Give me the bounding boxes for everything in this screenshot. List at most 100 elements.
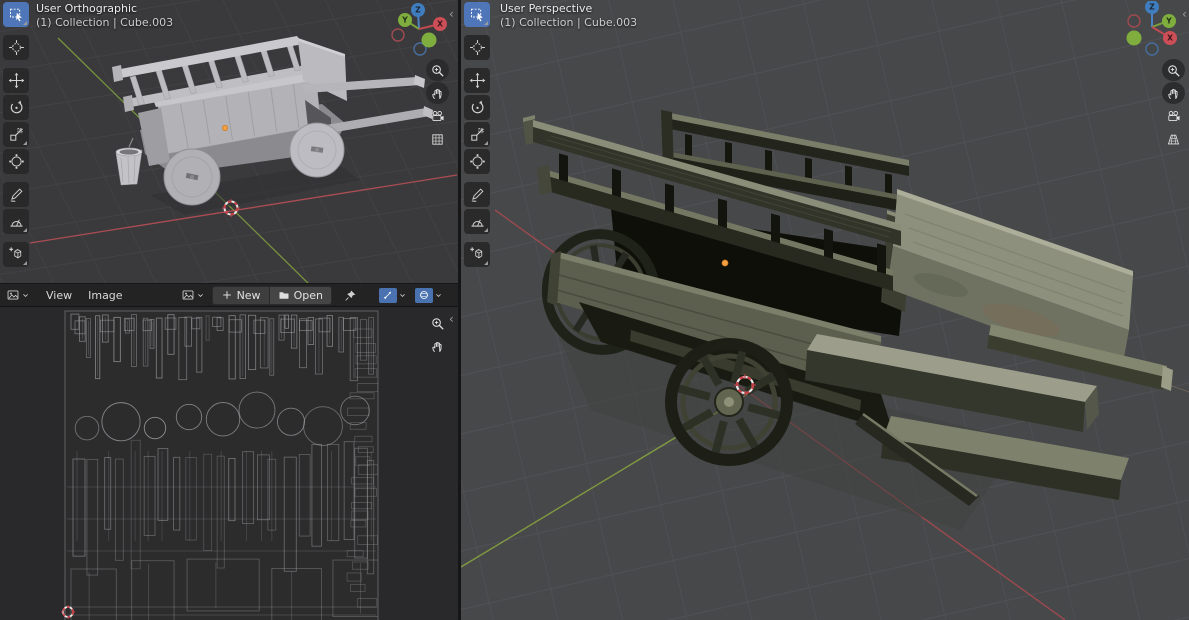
tool-select-box-button[interactable] bbox=[3, 2, 29, 27]
pan-icon bbox=[430, 339, 445, 354]
menu-image[interactable]: Image bbox=[80, 289, 130, 302]
select-box-icon bbox=[8, 6, 25, 23]
add-cube-icon bbox=[469, 246, 486, 263]
sidebar-collapse-arrow[interactable]: ‹ bbox=[449, 314, 454, 324]
viewport-canvas-left[interactable] bbox=[0, 0, 458, 283]
tool-add-cube-button[interactable] bbox=[3, 242, 29, 267]
zoom-icon bbox=[430, 63, 445, 78]
scale-icon bbox=[469, 126, 486, 143]
overlays-icon bbox=[418, 289, 430, 301]
overlays-toggle-button[interactable] bbox=[413, 288, 445, 303]
tool-rotate-button[interactable] bbox=[3, 95, 29, 120]
viewport-canvas-right[interactable] bbox=[461, 0, 1189, 620]
navigation-gizmo[interactable]: Z Y X bbox=[1124, 1, 1184, 57]
wheel-left bbox=[164, 149, 220, 205]
measure-icon bbox=[8, 213, 25, 230]
cursor-3d-icon bbox=[8, 39, 25, 56]
wagon-textured-model bbox=[523, 110, 1173, 530]
tool-transform-button[interactable] bbox=[3, 149, 29, 174]
axis-label-z: Z bbox=[415, 6, 421, 15]
tool-select-box-button[interactable] bbox=[464, 2, 490, 27]
nav-controls-right bbox=[1162, 59, 1185, 150]
axis-ball-neg-y[interactable] bbox=[1127, 31, 1142, 46]
tool-measure-button[interactable] bbox=[464, 209, 490, 234]
new-image-button[interactable]: New bbox=[212, 286, 270, 305]
scale-icon bbox=[8, 126, 25, 143]
pan-icon bbox=[430, 86, 445, 101]
camera-view-icon bbox=[430, 109, 445, 124]
axis-label-x: X bbox=[437, 20, 443, 29]
gizmo-icon bbox=[382, 289, 394, 301]
move-icon bbox=[469, 72, 486, 89]
toolbar-right bbox=[464, 2, 490, 267]
nav-zoom-button[interactable] bbox=[1162, 59, 1185, 81]
axis-ball-neg-z[interactable] bbox=[1146, 43, 1158, 55]
editor-type-button[interactable] bbox=[4, 288, 32, 302]
add-cube-icon bbox=[8, 246, 25, 263]
uv-image-editor: View Image New Open bbox=[0, 284, 458, 620]
nav-camera-view-button[interactable] bbox=[1162, 105, 1185, 127]
nav-controls-left bbox=[426, 59, 449, 150]
annotate-icon bbox=[469, 186, 486, 203]
wheel-right bbox=[290, 123, 344, 177]
nav-zoom-button[interactable] bbox=[426, 312, 449, 334]
bucket bbox=[116, 138, 142, 185]
navigation-gizmo[interactable]: Z Y X bbox=[391, 1, 447, 57]
axis-ball-neg-y[interactable] bbox=[422, 33, 437, 48]
axis-ball-neg-x[interactable] bbox=[392, 29, 404, 41]
axis-label-y: Y bbox=[1165, 17, 1172, 26]
tool-add-cube-button[interactable] bbox=[464, 242, 490, 267]
nav-orthographic-toggle-button[interactable] bbox=[426, 128, 449, 150]
image-editor-header: View Image New Open bbox=[0, 284, 458, 307]
pan-icon bbox=[1166, 86, 1181, 101]
axis-ball-neg-x[interactable] bbox=[1128, 15, 1140, 27]
tool-cursor-3d-button[interactable] bbox=[3, 35, 29, 60]
uv-layout-canvas[interactable] bbox=[0, 306, 458, 620]
pin-image-button[interactable] bbox=[342, 289, 359, 302]
tool-move-button[interactable] bbox=[464, 68, 490, 93]
select-box-icon bbox=[469, 6, 486, 23]
move-icon bbox=[8, 72, 25, 89]
nav-perspective-toggle-button[interactable] bbox=[1162, 128, 1185, 150]
tool-annotate-button[interactable] bbox=[3, 182, 29, 207]
transform-icon bbox=[8, 153, 25, 170]
tool-transform-button[interactable] bbox=[464, 149, 490, 174]
tool-annotate-button[interactable] bbox=[464, 182, 490, 207]
orthographic-toggle-icon bbox=[430, 132, 445, 147]
tool-move-button[interactable] bbox=[3, 68, 29, 93]
chevron-down-icon bbox=[196, 291, 205, 300]
nav-camera-view-button[interactable] bbox=[426, 105, 449, 127]
object-origin-dot bbox=[222, 125, 227, 130]
gizmos-toggle-button[interactable] bbox=[377, 288, 409, 303]
rotate-icon bbox=[469, 99, 486, 116]
cursor-3d-icon bbox=[469, 39, 486, 56]
nav-controls-uv bbox=[426, 312, 449, 357]
tool-rotate-button[interactable] bbox=[464, 95, 490, 120]
nav-zoom-button[interactable] bbox=[426, 59, 449, 81]
sidebar-collapse-arrow[interactable]: ‹ bbox=[1182, 9, 1187, 19]
open-image-label: Open bbox=[294, 289, 323, 302]
tool-scale-button[interactable] bbox=[3, 122, 29, 147]
toolbar-left bbox=[3, 2, 29, 267]
tool-scale-button[interactable] bbox=[464, 122, 490, 147]
viewport-orthographic: User Orthographic (1) Collection | Cube.… bbox=[0, 0, 458, 283]
tool-measure-button[interactable] bbox=[3, 209, 29, 234]
transform-icon bbox=[469, 153, 486, 170]
object-origin-dot bbox=[722, 260, 728, 266]
perspective-toggle-icon bbox=[1166, 132, 1181, 147]
image-browse-button[interactable] bbox=[179, 288, 207, 302]
new-image-label: New bbox=[237, 289, 261, 302]
menu-view[interactable]: View bbox=[38, 289, 80, 302]
sidebar-collapse-arrow[interactable]: ‹ bbox=[449, 9, 454, 19]
nav-pan-button[interactable] bbox=[1162, 82, 1185, 104]
axis-label-y: Y bbox=[401, 16, 408, 25]
nav-pan-button[interactable] bbox=[426, 335, 449, 357]
tool-cursor-3d-button[interactable] bbox=[464, 35, 490, 60]
uv-canvas-area: ‹ bbox=[0, 306, 458, 620]
open-image-button[interactable]: Open bbox=[269, 286, 332, 305]
plus-icon bbox=[221, 289, 233, 301]
viewport-perspective: User Perspective (1) Collection | Cube.0… bbox=[461, 0, 1189, 620]
nav-pan-button[interactable] bbox=[426, 82, 449, 104]
zoom-icon bbox=[430, 316, 445, 331]
measure-icon bbox=[469, 213, 486, 230]
